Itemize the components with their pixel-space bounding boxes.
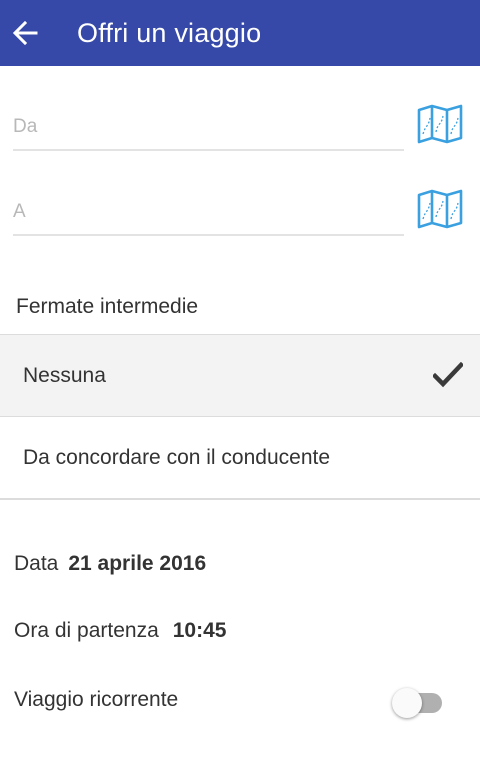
stops-option-driver[interactable]: Da concordare con il conducente [0,416,480,498]
option-label: Nessuna [23,363,106,387]
toggle-thumb [392,688,422,718]
from-map-button[interactable] [417,104,463,144]
departure-value: 10:45 [172,619,227,642]
date-value: 21 aprile 2016 [68,552,207,575]
map-icon [417,104,463,144]
departure-label: Ora di partenza [14,619,159,642]
from-input[interactable] [13,97,404,151]
stops-option-none[interactable]: Nessuna [0,334,480,416]
arrow-left-icon [12,20,38,46]
stops-label: Fermate intermedie [16,295,199,318]
date-label: Data [14,552,59,575]
date-row[interactable]: Data 21 aprile 2016 [14,552,206,576]
recurring-toggle[interactable] [392,688,444,718]
recurring-row: Viaggio ricorrente [14,686,466,718]
to-input[interactable] [13,182,404,236]
recurring-label: Viaggio ricorrente [14,688,179,711]
departure-row[interactable]: Ora di partenza 10:45 [14,619,226,643]
back-button[interactable] [0,0,50,66]
map-icon [417,189,463,229]
from-field[interactable] [13,97,404,151]
to-field[interactable] [13,182,404,236]
from-underline [13,149,404,151]
to-map-button[interactable] [417,189,463,229]
check-icon [433,362,463,388]
option-label: Da concordare con il conducente [23,445,331,469]
divider [0,498,480,500]
to-underline [13,234,404,236]
app-bar: Offri un viaggio [0,0,480,66]
page-title: Offri un viaggio [77,17,262,48]
